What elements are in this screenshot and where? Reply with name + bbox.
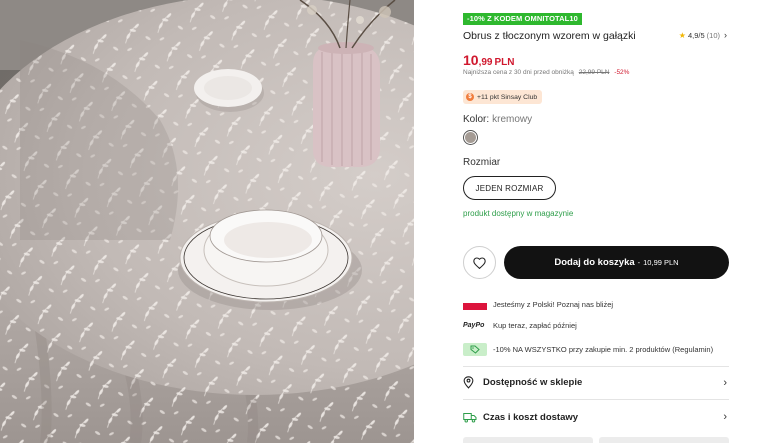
info-discount-text: -10% NA WSZYSTKO przy zakupie min. 2 pro… [493,345,714,354]
old-price: 22,99 PLN [578,69,610,76]
product-price: 10,99 PLN [463,52,514,70]
accordion-delivery-label: Czas i koszt dostawy [483,411,579,423]
accordion-delivery[interactable]: Czas i koszt dostawy › [463,411,727,423]
lowest-price-info: Najniższa cena z 30 dni przed obniżką 22… [463,69,629,76]
color-swatch-selected[interactable] [463,130,478,145]
paypo-logo: PayPo [463,322,485,329]
info-paypo-text: Kup teraz, zapłać później [493,321,577,330]
info-poland-text: Jesteśmy z Polski! Poznaj nas bliżej [493,299,614,309]
club-points-icon: $ [466,93,474,101]
heart-icon [473,256,486,269]
product-image [0,0,414,443]
price-currency: PLN [494,57,515,68]
price-integer: 10 [463,52,479,68]
sinsay-club-badge: $ +11 pkt Sinsay Club [463,90,543,104]
divider [463,399,729,400]
add-to-cart-label: Dodaj do koszyka [554,257,635,268]
poland-flag-icon [463,298,487,310]
color-label-text: Kolor: [463,114,490,125]
accordion-store-availability[interactable]: Dostępność w sklepie › [463,376,727,389]
color-label: Kolor: kremowy [463,114,532,125]
bottom-tile[interactable] [463,437,593,443]
color-value: kremowy [492,114,533,125]
rating-count: (10) [706,30,720,40]
chevron-right-icon: › [724,30,727,40]
price-decimals: ,99 [478,57,493,68]
accordion-store-label: Dostępność w sklepie [483,377,583,388]
color-swatch-fill [465,132,476,143]
info-row-poland[interactable]: Jesteśmy z Polski! Poznaj nas bliżej [463,298,613,310]
product-photo-illustration [0,0,414,443]
tag-icon [463,343,487,356]
size-option-button[interactable]: JEDEN ROZMIAR [463,176,556,200]
rating-summary[interactable]: ★ 4,9/5 (10) › [679,30,727,40]
info-row-discount[interactable]: -10% NA WSZYSTKO przy zakupie min. 2 pro… [463,343,713,356]
location-pin-icon [463,376,474,389]
lowest-price-text: Najniższa cena z 30 dni przed obniżką [463,69,574,76]
add-to-cart-button[interactable]: Dodaj do koszyka - 10,99 PLN [504,246,729,279]
stock-status: produkt dostępny w magazynie [463,209,574,218]
promo-code-badge: -10% Z KODEM OMNITOTAL10 [463,13,582,25]
wishlist-button[interactable] [463,246,496,279]
product-details-panel: -10% Z KODEM OMNITOTAL10 Obrus z tłoczon… [463,0,733,443]
divider [463,366,729,367]
star-icon: ★ [678,30,686,40]
rating-score: 4,9/5 [687,30,705,40]
add-to-cart-separator: - [637,258,641,267]
discount-percent: -52% [614,69,630,76]
product-title: Obrus z tłoczonym wzorem w gałązki [463,30,636,42]
info-row-paypo[interactable]: PayPo Kup teraz, zapłać później [463,321,577,330]
chevron-right-icon: › [723,376,727,389]
club-points-text: +11 pkt Sinsay Club [477,93,538,101]
size-label: Rozmiar [463,157,501,168]
truck-icon [463,412,477,422]
add-to-cart-price: 10,99 PLN [643,258,679,267]
chevron-right-icon: › [723,411,727,423]
bottom-tile[interactable] [599,437,729,443]
